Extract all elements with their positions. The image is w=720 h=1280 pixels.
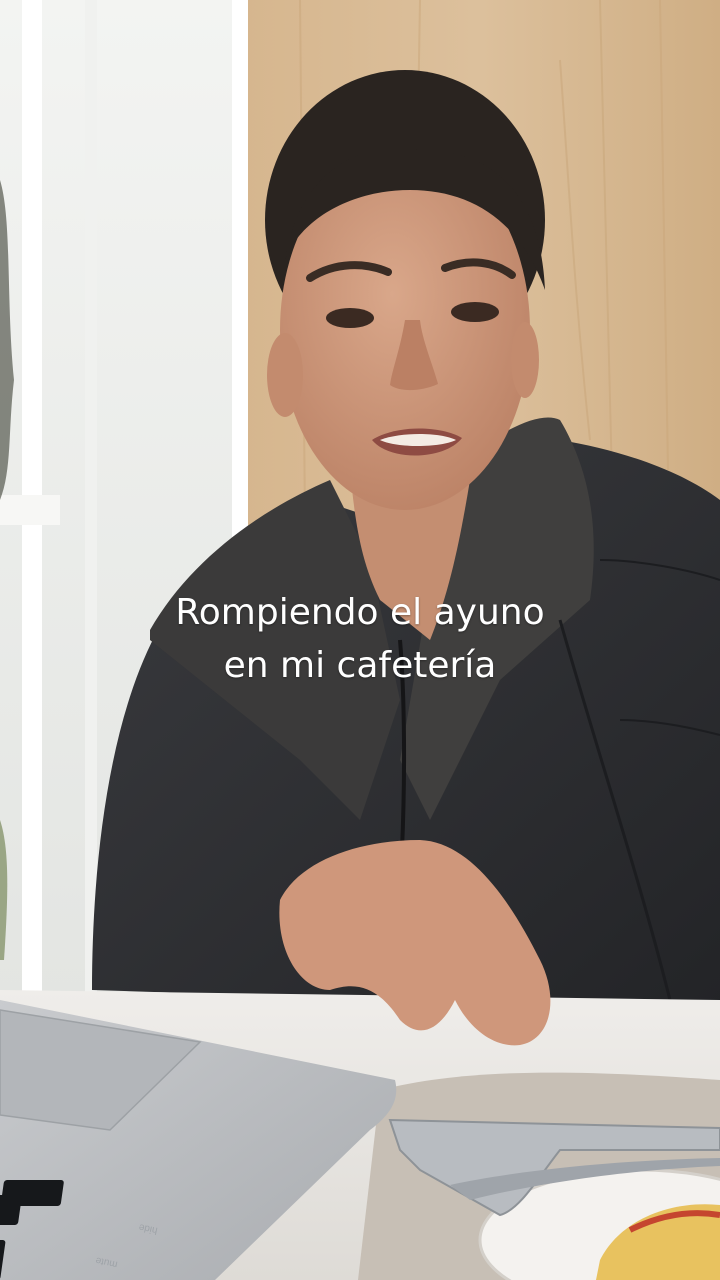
- video-frame: mute hide: [0, 0, 720, 1280]
- window-frame-sill: [0, 495, 60, 525]
- window-edge: [232, 0, 248, 540]
- eye-left: [326, 308, 374, 328]
- eye-right: [451, 302, 499, 322]
- window-mullion: [85, 0, 97, 1000]
- ear-right: [511, 322, 539, 398]
- ear-left: [267, 333, 303, 417]
